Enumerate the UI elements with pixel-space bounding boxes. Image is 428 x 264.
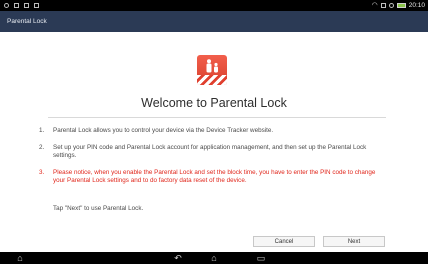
info-item-1: 1. Parental Lock allows you to control y… xyxy=(39,127,384,135)
back-icon[interactable]: ↶ xyxy=(170,253,186,263)
status-time: 20:10 xyxy=(408,2,425,9)
navigation-bar: ⌂ ↶ ⌂ ▭ xyxy=(0,252,428,264)
download-icon xyxy=(14,3,19,8)
recent-apps-icon[interactable]: ▭ xyxy=(253,253,269,263)
keyboard-hide-icon[interactable]: ⌂ xyxy=(12,253,28,263)
item-number: 2. xyxy=(39,144,45,151)
family-figures-icon xyxy=(206,59,218,73)
barrier-stripes xyxy=(197,75,227,85)
next-button[interactable]: Next xyxy=(323,236,385,247)
wifi-icon: ◠ xyxy=(371,2,378,9)
app-title: Parental Lock xyxy=(7,18,47,25)
image-icon xyxy=(24,3,29,8)
signal-icon xyxy=(380,3,386,8)
info-item-2: 2. Set up your PIN code and Parental Loc… xyxy=(39,144,384,160)
item-text: Set up your PIN code and Parental Lock a… xyxy=(53,144,367,159)
status-bar: ◠ 20:10 xyxy=(0,0,428,11)
parental-lock-icon xyxy=(197,55,227,85)
welcome-heading: Welcome to Parental Lock xyxy=(141,96,287,110)
usb-icon xyxy=(4,3,9,8)
title-bar: Parental Lock xyxy=(0,11,428,32)
item-text: Parental Lock allows you to control your… xyxy=(53,127,274,134)
battery-icon xyxy=(396,3,406,8)
status-left xyxy=(4,0,39,11)
sd-card-icon xyxy=(34,3,39,8)
cancel-button[interactable]: Cancel xyxy=(253,236,315,247)
item-number: 1. xyxy=(39,127,45,134)
tap-next-hint: Tap "Next" to use Parental Lock. xyxy=(53,205,144,212)
info-item-3-warning: 3. Please notice, when you enable the Pa… xyxy=(39,169,384,185)
status-right: ◠ 20:10 xyxy=(372,0,425,11)
item-number: 3. xyxy=(39,169,45,176)
item-text: Please notice, when you enable the Paren… xyxy=(53,169,376,184)
bluetooth-icon xyxy=(388,3,394,8)
divider xyxy=(48,117,386,118)
home-icon[interactable]: ⌂ xyxy=(206,253,222,263)
